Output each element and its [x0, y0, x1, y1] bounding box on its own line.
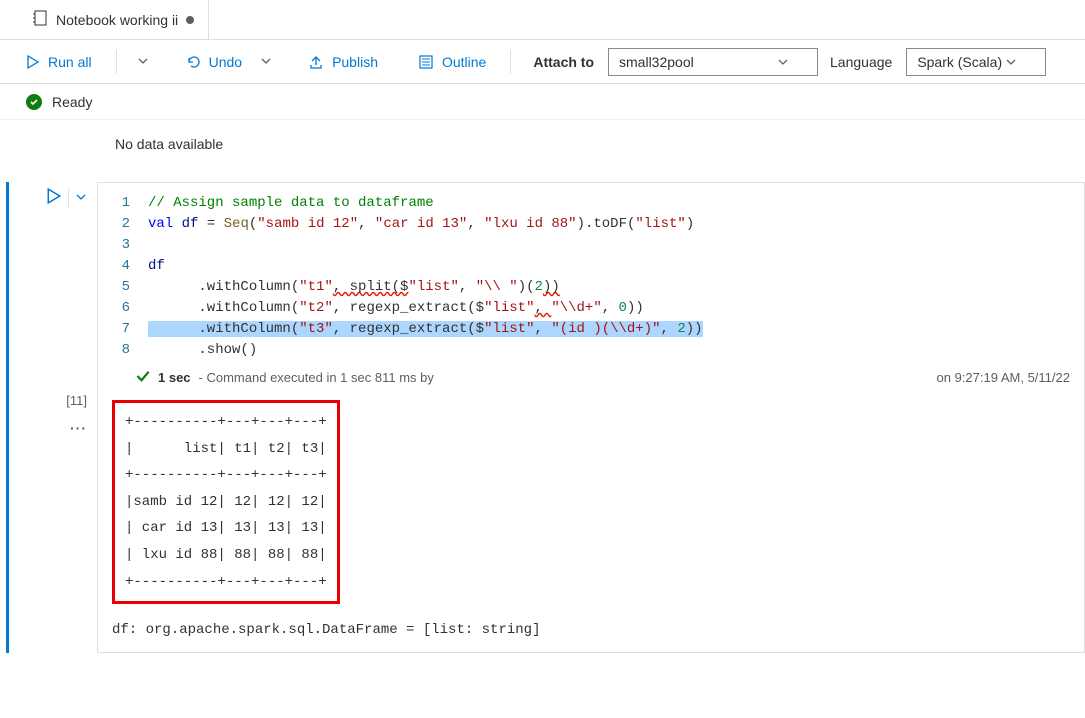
check-icon: [136, 369, 150, 386]
no-data-message: No data available: [0, 126, 1085, 182]
chevron-down-icon: [75, 191, 87, 203]
status-text: Ready: [52, 94, 92, 110]
outline-label: Outline: [442, 54, 486, 70]
run-cell-dropdown[interactable]: [75, 190, 87, 206]
outline-button[interactable]: Outline: [410, 50, 494, 74]
code-lines: // Assign sample data to dataframe val d…: [148, 193, 703, 361]
attach-to-label: Attach to: [533, 54, 594, 70]
cell-body: 12345678 // Assign sample data to datafr…: [97, 182, 1085, 653]
execution-status: 1 sec - Command executed in 1 sec 811 ms…: [98, 361, 1084, 386]
attach-to-value: small32pool: [619, 54, 694, 70]
divider: [510, 50, 511, 74]
chevron-down-icon: [137, 55, 149, 67]
toolbar: Run all Undo Publish Outline Attach to s…: [0, 40, 1085, 84]
publish-label: Publish: [332, 54, 378, 70]
dataframe-type: df: org.apache.spark.sql.DataFrame = [li…: [98, 604, 1084, 638]
exec-duration: 1 sec: [158, 370, 191, 385]
notebook-tab[interactable]: Notebook working ii: [18, 0, 209, 39]
language-value: Spark (Scala): [917, 54, 1002, 70]
exec-detail: - Command executed in 1 sec 811 ms by: [199, 370, 434, 385]
chevron-down-icon: [777, 56, 789, 68]
cell-gutter: [11] ···: [9, 182, 97, 653]
undo-dropdown[interactable]: [256, 50, 276, 74]
tab-bar: Notebook working ii: [0, 0, 1085, 40]
run-all-label: Run all: [48, 54, 92, 70]
chevron-down-icon: [260, 55, 272, 67]
content: No data available [11] ··· 12345678 // A…: [0, 120, 1085, 673]
status-bar: Ready: [0, 84, 1085, 120]
play-icon: [46, 188, 62, 204]
attach-to-select[interactable]: small32pool: [608, 48, 818, 76]
undo-label: Undo: [209, 54, 242, 70]
chevron-down-icon: [1005, 56, 1017, 68]
cell-execution-count: [11]: [66, 393, 87, 408]
status-ok-icon: [26, 94, 42, 110]
notebook-icon: [32, 10, 48, 29]
play-icon: [26, 55, 40, 69]
tab-title: Notebook working ii: [56, 12, 178, 28]
code-editor[interactable]: 12345678 // Assign sample data to datafr…: [98, 193, 1084, 361]
undo-icon: [185, 54, 201, 70]
publish-button[interactable]: Publish: [300, 50, 386, 74]
language-select[interactable]: Spark (Scala): [906, 48, 1046, 76]
dirty-indicator-icon: [186, 16, 194, 24]
run-cell-button[interactable]: [46, 188, 62, 207]
undo-button[interactable]: Undo: [177, 50, 250, 74]
code-cell: [11] ··· 12345678 // Assign sample data …: [6, 182, 1085, 653]
output-table: +----------+---+---+---+ | list| t1| t2|…: [112, 400, 340, 604]
divider: [116, 50, 117, 74]
run-all-button[interactable]: Run all: [18, 50, 100, 74]
divider: [68, 189, 69, 207]
cell-more-menu[interactable]: ···: [70, 420, 87, 436]
line-numbers: 12345678: [112, 193, 148, 361]
exec-timestamp: on 9:27:19 AM, 5/11/22: [937, 370, 1070, 385]
publish-icon: [308, 54, 324, 70]
language-label: Language: [830, 54, 892, 70]
outline-icon: [418, 54, 434, 70]
run-all-dropdown[interactable]: [133, 50, 153, 74]
